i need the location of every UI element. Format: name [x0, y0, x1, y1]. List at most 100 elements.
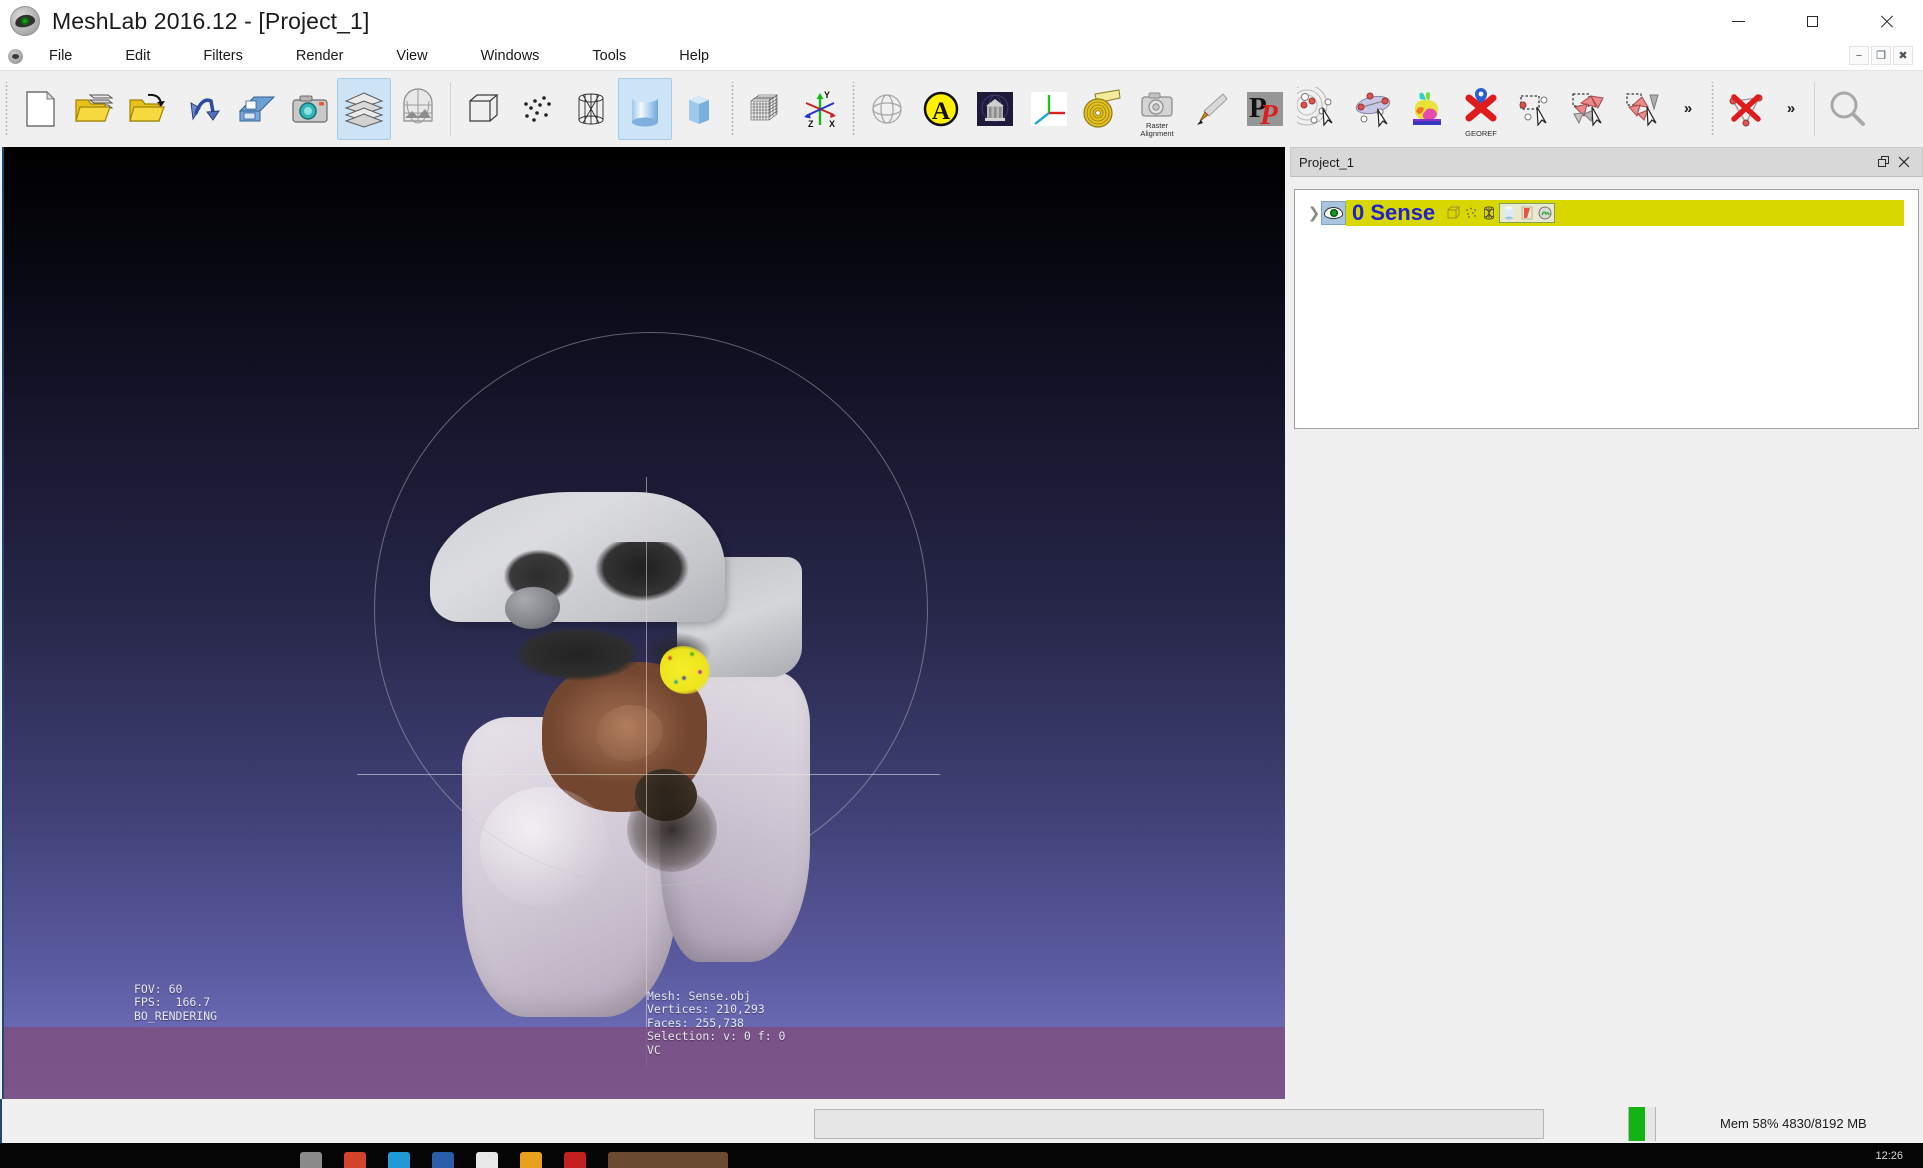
mdi-close-button[interactable]: ✖: [1893, 46, 1913, 65]
taskbar-app-6[interactable]: [520, 1152, 542, 1168]
points-button[interactable]: [510, 78, 564, 140]
taskbar-app-5[interactable]: [476, 1152, 498, 1168]
flat-button[interactable]: [672, 78, 726, 140]
layer-row-body[interactable]: 0 Sense: [1346, 200, 1904, 226]
save-project-button[interactable]: [229, 78, 283, 140]
pick-points-button[interactable]: [1292, 78, 1346, 140]
menu-tools[interactable]: Tools: [583, 45, 635, 67]
toolbar-drag-handle-4[interactable]: [1709, 81, 1716, 136]
close-icon: [1880, 15, 1893, 28]
chevron-double-right-icon: »: [1683, 100, 1693, 117]
open-folder-layers-icon: [75, 94, 114, 122]
menu-bar: File Edit Filters Render View Windows To…: [0, 42, 1923, 70]
toggle-sphere-button[interactable]: [860, 78, 914, 140]
texture-badge-icon[interactable]: [1537, 205, 1553, 221]
menu-render[interactable]: Render: [287, 45, 353, 67]
dock-close-button[interactable]: [1894, 152, 1914, 172]
toolbar-separator-2: [1814, 81, 1815, 136]
meshlab-eye-icon: [10, 6, 40, 36]
toolbar-separator: [450, 81, 451, 136]
viewport-canvas[interactable]: FOV: 60 FPS: 166.7 BO_RENDERING Mesh: Se…: [4, 147, 1285, 1099]
select-vertices-button[interactable]: [1508, 78, 1562, 140]
bbox-badge-icon[interactable]: [1445, 205, 1461, 221]
3d-viewport[interactable]: FOV: 60 FPS: 166.7 BO_RENDERING Mesh: Se…: [2, 147, 1285, 1099]
menu-file[interactable]: File: [40, 45, 81, 67]
layers-stack-icon: [344, 91, 384, 128]
yellow-a-icon: A: [923, 91, 959, 126]
open-project-button[interactable]: [67, 78, 121, 140]
layer-list-item[interactable]: ❯ 0 Sense: [1307, 200, 1904, 226]
taskbar-app-7[interactable]: [564, 1152, 586, 1168]
taskbar-app-4[interactable]: [432, 1152, 454, 1168]
select-faces-button[interactable]: [1562, 78, 1616, 140]
pp-plugin-button[interactable]: P P: [1238, 78, 1292, 140]
mdi-minimize-button[interactable]: −: [1849, 46, 1869, 65]
dock-title-label: Project_1: [1299, 154, 1354, 170]
wireframe-button[interactable]: [564, 78, 618, 140]
more-tools-button[interactable]: »: [1670, 78, 1706, 140]
measure-tool-button[interactable]: [1076, 78, 1130, 140]
main-toolbar: Y X Z A Raster Alignment P P GEOREF » »: [0, 70, 1923, 146]
taskbar-app-2[interactable]: [344, 1152, 366, 1168]
reload-button[interactable]: [175, 78, 229, 140]
select-connected-button[interactable]: [1616, 78, 1670, 140]
layer-list[interactable]: ❯ 0 Sense: [1294, 189, 1919, 429]
trackball-sphere-icon: [872, 93, 902, 124]
show-layer-dialog-button[interactable]: [337, 77, 391, 140]
points-badge-icon[interactable]: [1463, 205, 1479, 221]
bounding-box-button[interactable]: [456, 78, 510, 140]
toggle-grid-button[interactable]: [739, 78, 793, 140]
colored-bunny-icon: [1413, 91, 1441, 125]
magnifier-icon: [1830, 91, 1865, 126]
show-raster-button[interactable]: [391, 78, 445, 140]
svg-text:A: A: [932, 98, 950, 125]
toolbar-drag-handle-2[interactable]: [729, 81, 736, 136]
taskbar-app-8[interactable]: [608, 1152, 728, 1168]
snapshot-button[interactable]: [283, 78, 337, 140]
toolbar-drag-handle-3[interactable]: [850, 81, 857, 136]
toggle-texture-button[interactable]: A: [914, 78, 968, 140]
zoom-search-button[interactable]: [1820, 78, 1874, 140]
show-axis-button[interactable]: [1022, 78, 1076, 140]
chevron-right-icon[interactable]: ❯: [1307, 204, 1321, 222]
delete-selection-button[interactable]: [1719, 78, 1773, 140]
minimize-button[interactable]: [1701, 0, 1775, 42]
import-mesh-button[interactable]: [121, 78, 175, 140]
flat-lines-button[interactable]: [618, 77, 672, 140]
pp-letters-icon: P P: [1247, 91, 1283, 131]
taskbar-app-3[interactable]: [388, 1152, 410, 1168]
taskbar-app-1[interactable]: [300, 1152, 322, 1168]
mdi-window-controls: − ❐ ✖: [1849, 46, 1913, 65]
red-x-mesh-icon: [1729, 93, 1763, 126]
maximize-button[interactable]: [1775, 0, 1849, 42]
quality-mapper-button[interactable]: [1400, 78, 1454, 140]
toggle-axes-button[interactable]: Y X Z: [793, 78, 847, 140]
layer-visibility-toggle[interactable]: [1321, 201, 1346, 225]
menu-view[interactable]: View: [387, 45, 436, 67]
svg-text:P: P: [1259, 99, 1278, 131]
taskbar-clock[interactable]: 12:26: [1875, 1150, 1903, 1162]
box-wireframe-icon: [469, 93, 499, 122]
wireframe-badge-icon[interactable]: [1481, 205, 1497, 221]
eye-icon: [1324, 207, 1343, 219]
mdi-restore-button[interactable]: ❐: [1871, 46, 1891, 65]
menu-help[interactable]: Help: [670, 45, 718, 67]
decorate-background-button[interactable]: [968, 78, 1022, 140]
dock-float-button[interactable]: [1874, 152, 1894, 172]
new-project-button[interactable]: [13, 78, 67, 140]
more-edit-button[interactable]: »: [1773, 78, 1809, 140]
smooth-badge-icon[interactable]: [1501, 205, 1517, 221]
raster-alignment-button[interactable]: Raster Alignment: [1130, 78, 1184, 140]
paint-button[interactable]: [1184, 78, 1238, 140]
menu-filters[interactable]: Filters: [194, 45, 251, 67]
selected-faces-badge-icon[interactable]: [1519, 205, 1535, 221]
trackball-circle[interactable]: [374, 332, 928, 886]
close-button[interactable]: [1849, 0, 1923, 42]
menu-windows[interactable]: Windows: [472, 45, 549, 67]
align-tool-button[interactable]: [1346, 78, 1400, 140]
memory-usage-label: Mem 58% 4830/8192 MB: [1720, 1116, 1867, 1131]
menu-edit[interactable]: Edit: [116, 45, 159, 67]
os-taskbar: 12:26: [0, 1143, 1923, 1168]
georeference-button[interactable]: GEOREF: [1454, 78, 1508, 140]
toolbar-drag-handle[interactable]: [3, 81, 10, 136]
